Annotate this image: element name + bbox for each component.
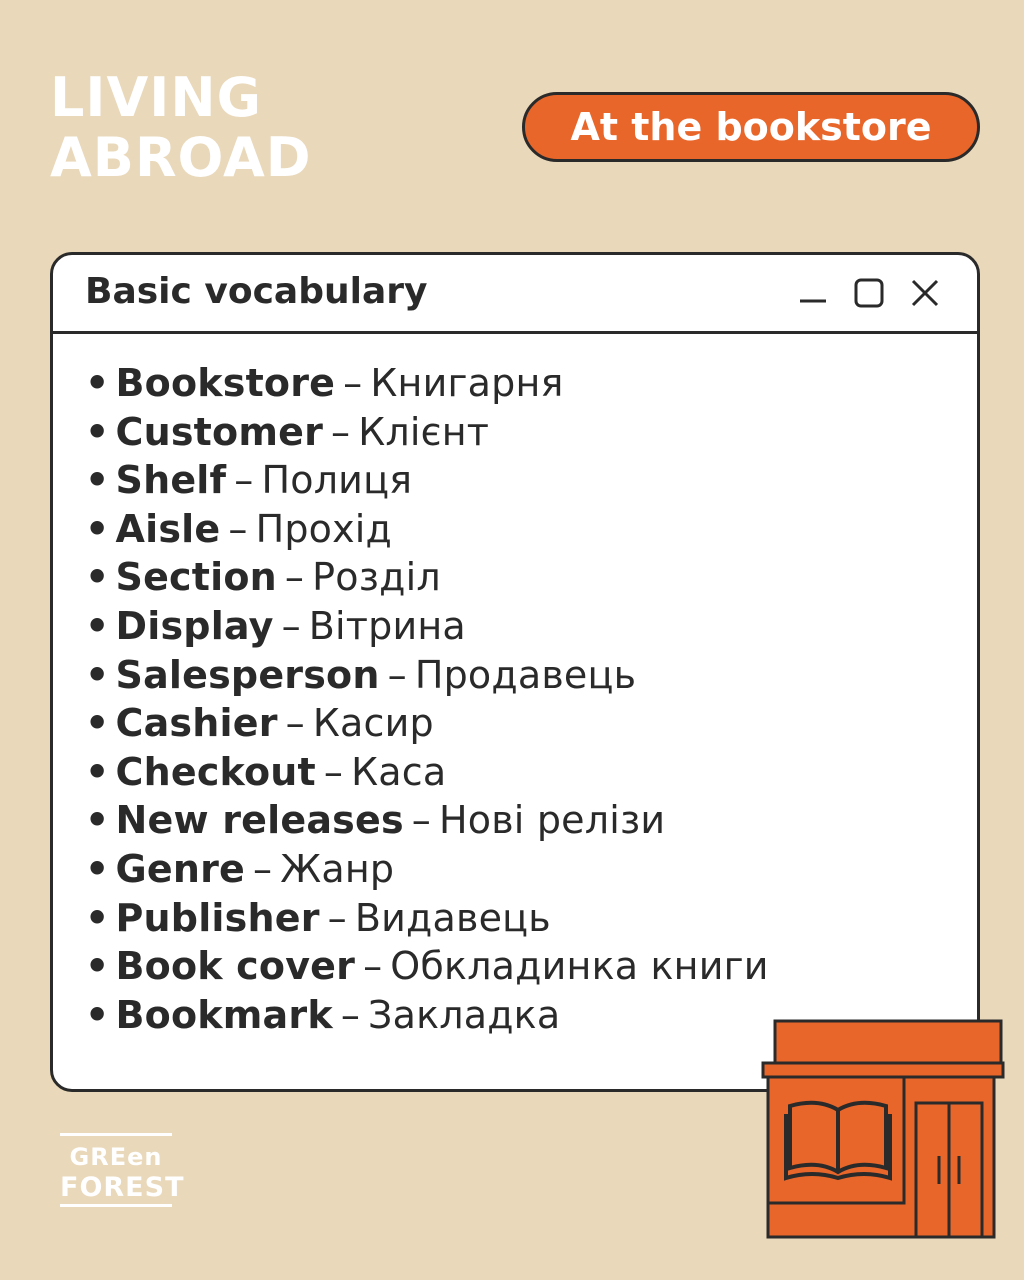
vocab-item: • Salesperson – Продавець	[85, 651, 769, 700]
dash-separator: –	[253, 846, 273, 891]
maximize-icon[interactable]	[853, 277, 885, 309]
dash-separator: –	[323, 749, 344, 794]
window-controls	[797, 277, 941, 309]
vocab-translation: Каса	[351, 749, 447, 794]
vocab-item: • New releases – Нові релізи	[85, 796, 769, 845]
vocab-term: Bookmark	[115, 992, 333, 1037]
vocab-term: Book cover	[115, 944, 356, 989]
dash-separator: –	[327, 895, 347, 940]
vocab-term: Section	[115, 555, 277, 600]
vocab-translation: Клієнт	[358, 409, 490, 454]
vocab-item: • Checkout – Каса	[85, 748, 769, 797]
topic-badge: At the bookstore	[522, 92, 980, 162]
title-line-1: LIVING	[50, 66, 262, 129]
vocab-item: • Section – Розділ	[85, 553, 769, 602]
green-forest-logo: GREen FOREST	[60, 1133, 185, 1207]
window-titlebar: Basic vocabulary	[53, 255, 977, 334]
vocab-translation: Обкладинка книги	[390, 944, 769, 989]
vocab-term: Checkout	[115, 749, 316, 794]
vocab-term: Cashier	[115, 701, 278, 746]
bullet-icon: •	[85, 652, 110, 697]
page-title: LIVING ABROAD	[50, 68, 312, 188]
bookstore-icon	[761, 1019, 1005, 1239]
dash-separator: –	[340, 992, 361, 1037]
vocab-term: Aisle	[115, 506, 221, 551]
vocab-translation: Розділ	[312, 555, 441, 600]
vocab-item: • Aisle – Прохід	[85, 505, 769, 554]
bullet-icon: •	[85, 895, 110, 940]
vocab-translation: Полиця	[261, 458, 413, 503]
logo-line-1: GREen	[69, 1143, 163, 1171]
vocab-term: Publisher	[115, 895, 320, 940]
vocab-item: • Book cover – Обкладинка книги	[85, 942, 769, 991]
vocab-term: Salesperson	[115, 652, 380, 697]
vocab-item: • Publisher – Видавець	[85, 894, 769, 943]
vocab-translation: Прохід	[255, 506, 393, 551]
bullet-icon: •	[85, 798, 110, 843]
dash-separator: –	[363, 944, 383, 989]
vocab-item: • Shelf – Полиця	[85, 456, 769, 505]
vocab-term: Shelf	[115, 458, 227, 503]
bullet-icon: •	[85, 944, 110, 989]
vocab-term: Display	[115, 603, 274, 648]
dash-separator: –	[234, 458, 254, 503]
vocab-term: Customer	[115, 409, 324, 454]
vocab-term: Genre	[115, 846, 246, 891]
vocab-translation: Видавець	[354, 895, 551, 940]
minimize-icon[interactable]	[797, 277, 829, 309]
vocab-translation: Вітрина	[308, 603, 466, 648]
bullet-icon: •	[85, 361, 110, 405]
bullet-icon: •	[85, 846, 110, 891]
logo-top-bar	[60, 1133, 172, 1136]
title-line-2: ABROAD	[50, 126, 312, 189]
vocab-item: • Bookstore – Книгарня	[85, 359, 769, 408]
logo-bottom-bar	[60, 1204, 172, 1207]
dash-separator: –	[285, 701, 305, 746]
close-icon[interactable]	[909, 277, 941, 309]
dash-separator: –	[387, 652, 407, 697]
vocab-item: • Genre – Жанр	[85, 845, 769, 894]
dash-separator: –	[411, 798, 431, 843]
dash-separator: –	[331, 409, 351, 454]
vocab-translation: Жанр	[280, 846, 395, 891]
vocabulary-list: • Bookstore – Книгарня • Customer – Клієнт • Shel…	[85, 359, 769, 1039]
vocab-term: New releases	[115, 798, 404, 843]
dash-separator: –	[343, 361, 363, 405]
bullet-icon: •	[85, 409, 110, 454]
logo-line-2: FOREST	[60, 1172, 185, 1203]
vocab-item: • Bookmark – Закладка	[85, 991, 769, 1040]
vocab-item: • Cashier – Касир	[85, 699, 769, 748]
vocab-translation: Касир	[312, 701, 434, 746]
window-title: Basic vocabulary	[85, 271, 428, 312]
vocab-translation: Продавець	[414, 652, 637, 697]
bullet-icon: •	[85, 701, 110, 746]
dash-separator: –	[228, 506, 248, 551]
vocab-term: Bookstore	[115, 361, 336, 405]
bullet-icon: •	[85, 555, 110, 600]
bullet-icon: •	[85, 458, 110, 503]
dash-separator: –	[284, 555, 305, 600]
bullet-icon: •	[85, 992, 110, 1037]
vocab-translation: Книгарня	[370, 361, 564, 405]
dash-separator: –	[281, 603, 301, 648]
vocab-item: • Display – Вітрина	[85, 602, 769, 651]
vocab-translation: Закладка	[368, 992, 561, 1037]
bullet-icon: •	[85, 749, 110, 794]
bullet-icon: •	[85, 603, 110, 648]
vocabulary-window: Basic vocabulary • Bookstore – Книгарня • Cus…	[50, 252, 980, 1092]
vocab-translation: Нові релізи	[438, 798, 666, 843]
vocab-item: • Customer – Клієнт	[85, 408, 769, 457]
bullet-icon: •	[85, 506, 110, 551]
